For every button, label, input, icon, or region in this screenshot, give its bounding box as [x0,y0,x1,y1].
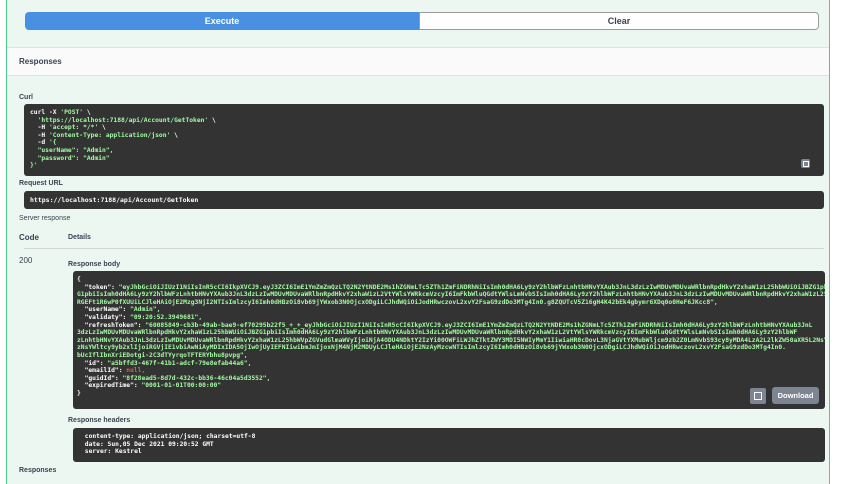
json-value: zNsYWltcy9yb2xlIjoiRGVjIE1vbiAwNiAyMDIxI… [77,344,786,352]
response-header-line: server: Kestrel [81,448,142,456]
json-value: bUcIflIbnXriEDotgi-2C3dTYyrqoTFTERYbhu8p… [77,351,248,359]
curl-line-part: \ [83,109,91,116]
json-key: "guidId": [77,374,123,382]
request-url-block[interactable]: https://localhost:7188/api/Account/GetTo… [24,191,824,209]
response-body-line: G1pbiIsImh0dHA6Ly9zY2hlbWFzLnhtbHNvYXAub… [77,291,825,299]
curl-code-block[interactable]: curl -X 'POST' \ 'https://localhost:7188… [24,104,824,176]
json-value: 3dzLzIwMDUvMDUvaWRlbnRpdHkvY2xhaW1zL25hb… [77,329,798,337]
code-column-header: Code [19,233,39,242]
json-value: zLnhtbHNvYXAub3JnL3dzLzIwMDUvMDUvaWRlbnR… [77,336,825,344]
copy-glyph [754,392,762,400]
json-value: "Admin", [130,306,161,314]
curl-line-part: '{ [48,139,57,147]
responses-title: Responses [19,57,62,66]
response-body-line: zNsYWltcy9yb2xlIjoiRGVjIE1vbiAwNiAyMDIxI… [77,344,821,352]
curl-line: }' [30,162,818,170]
json-value: "60085849-cb3b-49ab-bae9-ef70295b22f5_+_… [145,321,813,329]
json-value: null, [126,367,146,375]
curl-line: "userName": "Admin", [30,147,818,155]
copy-curl-icon[interactable] [801,159,810,168]
json-value: "09:20:52.3949681", [130,313,203,321]
json-key: } [77,389,81,397]
curl-lines: curl -X 'POST' \ 'https://localhost:7188… [30,109,818,170]
curl-line-part: \ [170,131,178,139]
response-headers-block[interactable]: content-type: application/json; charset=… [73,428,825,462]
response-body-line: bUcIflIbnXriEDotgi-2C3dTYyrqoTFTERYbhu8p… [77,352,821,360]
response-body-line: { [77,276,821,284]
execution-panel: Execute Clear Responses Curl curl -X 'PO… [6,0,830,484]
response-header-lines: content-type: application/json; charset=… [81,433,817,456]
curl-label: Curl [19,94,33,101]
curl-line-part: -H [30,131,49,139]
curl-line: -d '{ [30,139,818,147]
action-buttons: Execute Clear [25,12,819,30]
curl-line-part: "userName": "Admin", [30,146,114,154]
responses-footer-title: Responses [19,467,57,474]
json-value: "0001-01-01T00:00:00" [141,382,222,390]
json-key: "token": [77,283,119,291]
json-value: RGEFt1R6wP0fXUUiLCJleHAiOjE2Mzg3NjI2NTIs… [77,298,718,306]
json-key: "emailId": [77,367,127,375]
server-response-label: Server response [19,215,71,222]
json-value: "8f28ead5-8d7d-432c-bb36-46c04a5d3552", [122,374,271,382]
curl-line-part [30,117,38,124]
json-value: "a5bffd3-467f-41b1-adcf-79e8efab44a6", [107,359,252,367]
details-column-header: Details [68,234,91,241]
response-body-label: Response body [68,261,121,268]
curl-line: -H 'Content-Type: application/json' \ [30,132,818,140]
json-key: "validaty": [77,313,131,321]
copy-glyph [802,160,809,167]
json-key: "refreshToken": [77,321,146,329]
response-body-block[interactable]: { "token": "eyJhbGciOiJIUzI1NiIsInR5cCI6… [73,271,825,409]
curl-line-part: -d [30,139,49,147]
curl-line: curl -X 'POST' \ [30,109,818,117]
response-body-line: RGEFt1R6wP0fXUUiLCJleHAiOjE2Mzg3NjI2NTIs… [77,299,821,307]
curl-line-part: 'Content-Type: application/json' [48,131,171,139]
curl-line-part: 'POST' [60,109,84,116]
json-value: "eyJhbGciOiJIUzI1NiIsInR5cCI6IkpXVCJ9.ey… [118,283,825,291]
response-header-line: content-type: application/json; charset=… [81,433,256,440]
response-body-line: } [77,390,821,398]
curl-line: "password": "Admin" [30,155,818,163]
response-code: 200 [19,256,33,265]
response-header-line: date: Sun,05 Dec 2021 09:20:52 GMT [81,440,214,448]
json-key: "userName": [77,306,131,314]
curl-line-part: -H [30,124,49,132]
json-key: "id": [77,359,108,367]
curl-line-part: \ [208,116,216,124]
execute-button[interactable]: Execute [25,12,419,30]
json-key: "expiredTime": [77,382,142,390]
curl-line-part: curl -X [30,109,61,116]
response-body-line: "expiredTime": "0001-01-01T00:00:00" [77,382,821,390]
response-body-line: 3dzLzIwMDUvMDUvaWRlbnRpdHkvY2xhaW1zL25hb… [77,329,821,337]
json-key: { [77,276,81,283]
curl-line-part: }' [30,162,38,170]
response-body-lines: { "token": "eyJhbGciOiJIUzI1NiIsInR5cCI6… [77,276,825,398]
curl-line: -H 'accept: */*' \ [30,124,818,132]
json-value: G1pbiIsImh0dHA6Ly9zY2hlbWFzLnhtbHNvYXAub… [77,291,825,299]
curl-line-part: \ [98,124,106,132]
curl-line: 'https://localhost:7188/api/Account/GetT… [30,117,818,125]
curl-line-part: "password": "Admin" [30,154,110,162]
response-body-line: "emailId": null, [77,367,821,375]
table-divider [24,248,824,249]
copy-response-icon[interactable] [750,388,766,404]
response-headers-label: Response headers [68,417,131,424]
download-button[interactable]: Download [772,387,819,404]
response-body-line: "userName": "Admin", [77,306,821,314]
response-body-line: "validaty": "09:20:52.3949681", [77,314,821,322]
responses-header: Responses [7,47,829,76]
clear-button[interactable]: Clear [419,12,819,30]
curl-line-part: 'https://localhost:7188/api/Account/GetT… [37,116,209,124]
curl-line-part: 'accept: */*' [48,124,99,132]
request-url-label: Request URL [19,180,63,187]
response-body-line: "id": "a5bffd3-467f-41b1-adcf-79e8efab44… [77,360,821,368]
